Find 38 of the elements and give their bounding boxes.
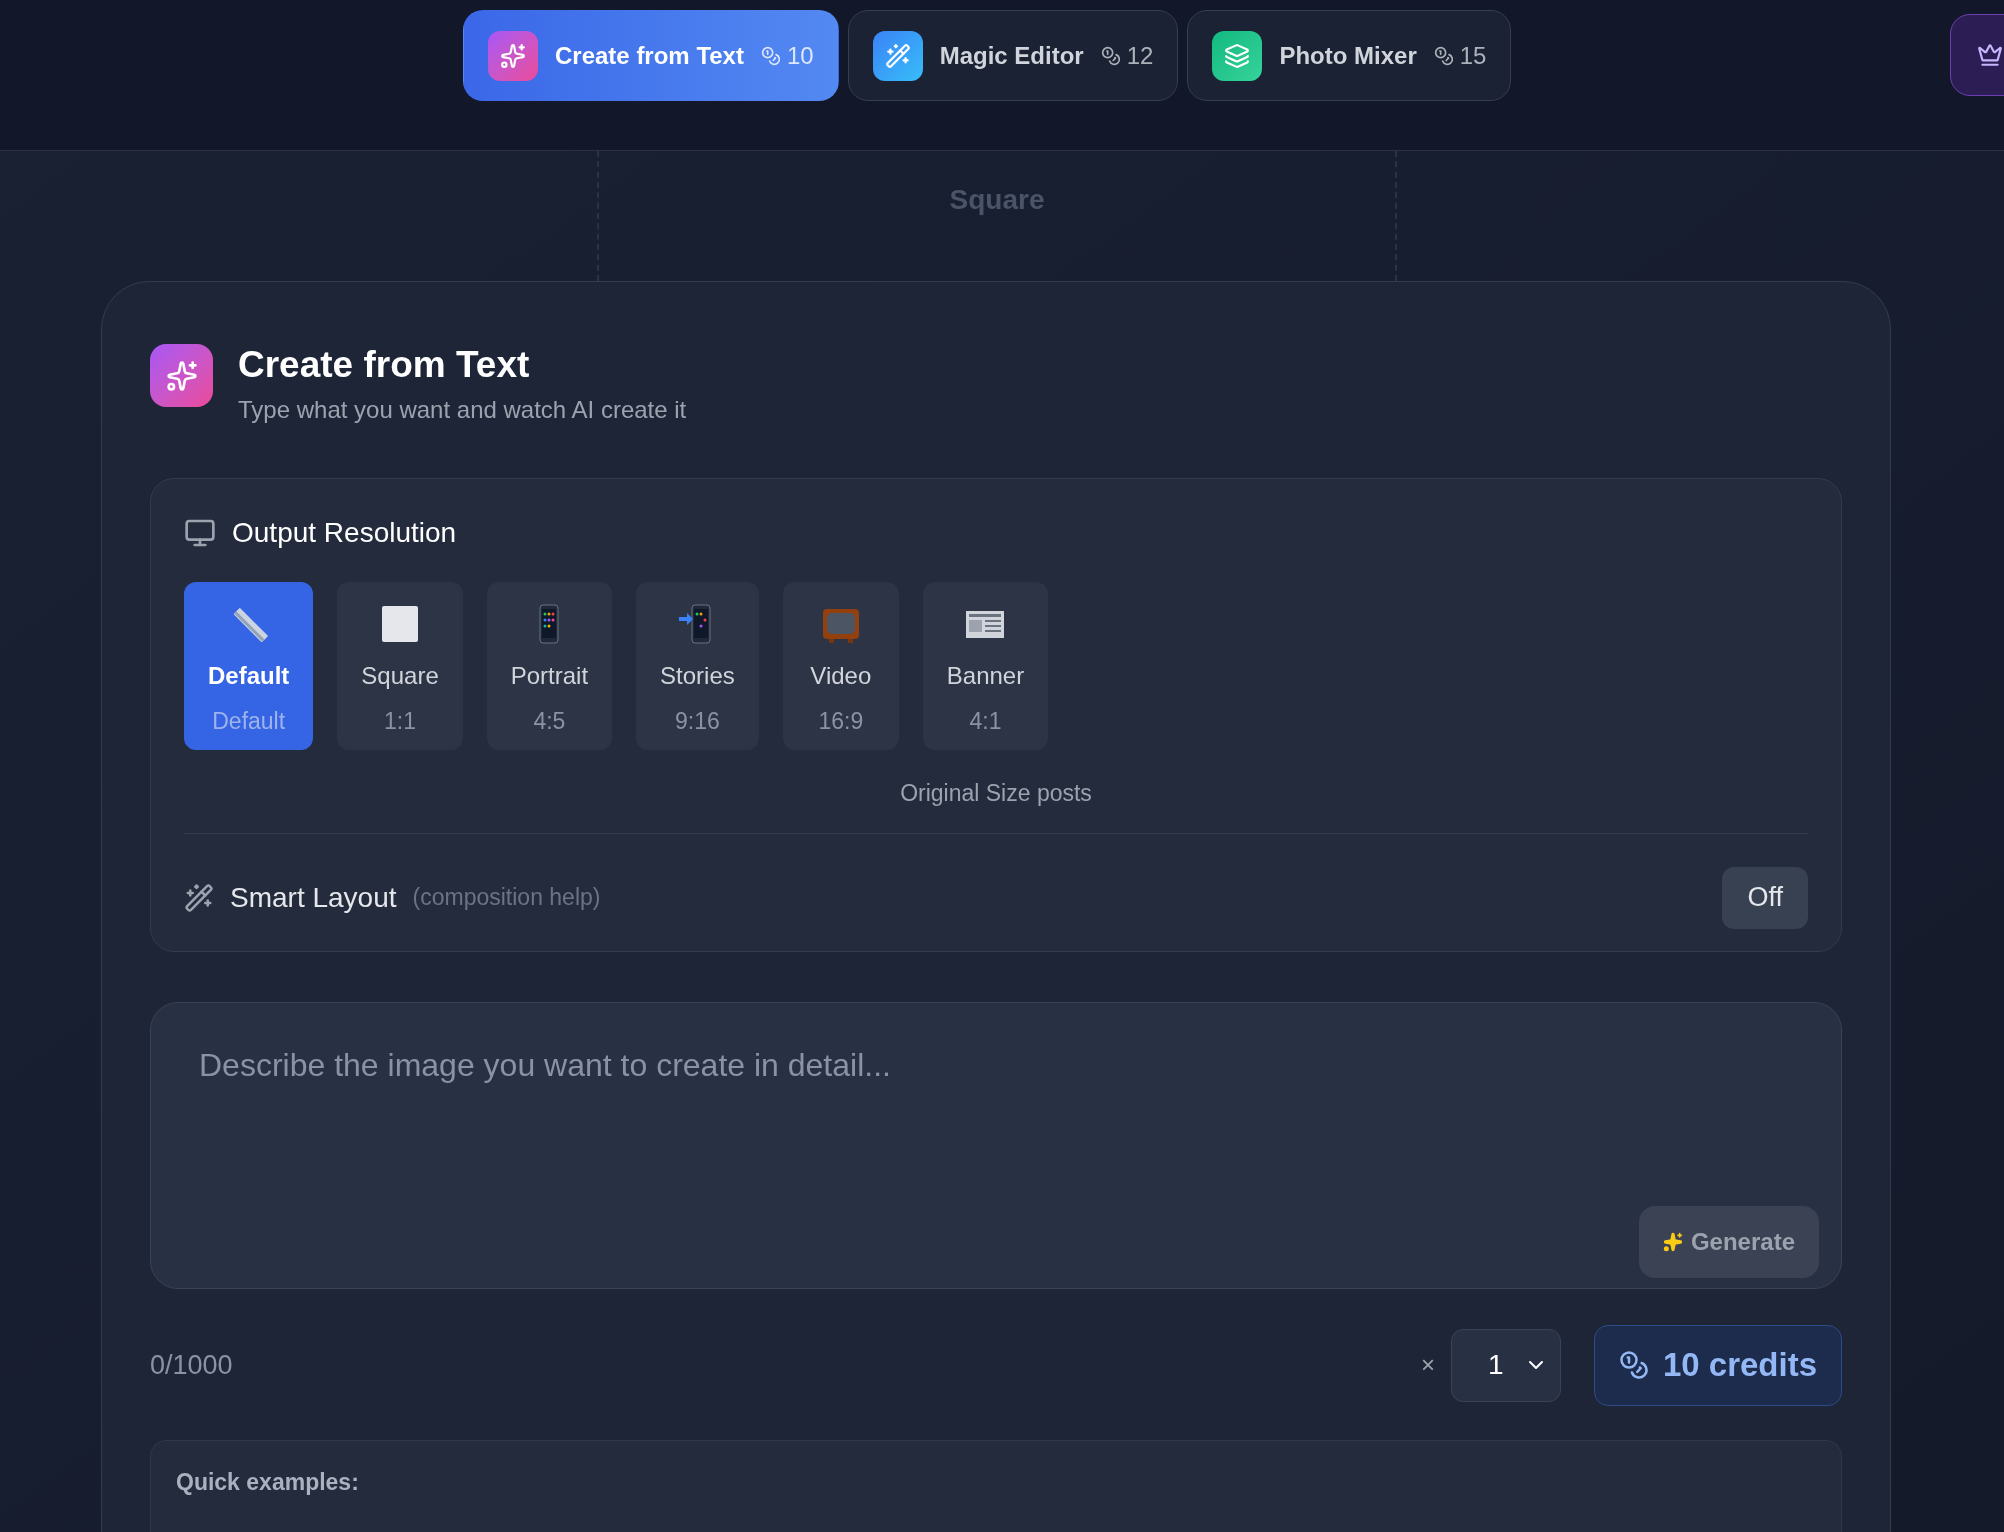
tab-cost: 15 (1459, 40, 1487, 71)
sparkles-icon (150, 344, 213, 407)
card-title: Create from Text (238, 343, 531, 387)
crown-icon (1977, 42, 2003, 68)
tab-cost: 12 (1126, 40, 1154, 71)
tab-cost: 10 (786, 40, 814, 71)
layers-icon (1212, 30, 1263, 81)
wand-icon (872, 30, 923, 81)
backdrop-label: Square (949, 183, 1045, 217)
mode-tab[interactable]: Photo Mixer 15 (1187, 10, 1512, 101)
coins-icon (1433, 45, 1454, 66)
wand-icon (184, 882, 214, 913)
panel-title: Output Resolution (232, 516, 457, 550)
sparkles-icon (1662, 1231, 1683, 1252)
coins-icon (1100, 45, 1121, 66)
resolution-option[interactable]: Video 16:9 (782, 582, 899, 750)
credits-label: 10 credits (1662, 1345, 1817, 1386)
smart-layout-toggle[interactable]: Off (1722, 866, 1808, 929)
examples-title: Quick examples: (176, 1468, 359, 1495)
quantity-select[interactable]: 1 (1450, 1328, 1561, 1402)
resolution-option[interactable]: Banner 4:1 (922, 582, 1049, 750)
mode-tab[interactable]: Magic Editor 12 (847, 10, 1179, 101)
resolution-caption: Original Size posts (900, 779, 1092, 808)
character-counter: 0/1000 (150, 1348, 233, 1382)
card-subtitle: Type what you want and watch AI create it (238, 395, 687, 425)
mode-tab[interactable]: Create from Text 10 (463, 10, 839, 101)
coins-icon (1618, 1350, 1649, 1380)
monitor-icon (184, 517, 216, 549)
sparkles-icon (488, 30, 538, 81)
resolution-option[interactable]: Stories 9:16 (636, 582, 759, 750)
coins-icon (760, 45, 781, 66)
square-icon (380, 604, 421, 644)
multiply-sign: × (1420, 1350, 1435, 1380)
resolution-option[interactable]: Default Default (184, 582, 314, 750)
smart-layout-hint: (composition help) (412, 883, 601, 913)
resolution-option[interactable]: Square 1:1 (337, 582, 463, 750)
resolution-option[interactable]: Portrait 4:5 (486, 582, 613, 750)
smart-layout-label: Smart Layout (230, 880, 397, 915)
